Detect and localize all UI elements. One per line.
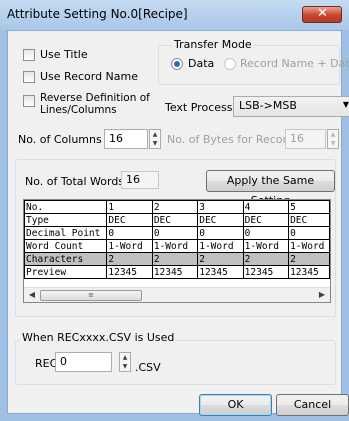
spin-down-icon[interactable]: ▼	[120, 362, 130, 371]
horizontal-scrollbar[interactable]: ◀ ≡ ▶	[24, 287, 330, 302]
transfer-mode-record-name-radio[interactable]	[224, 58, 236, 70]
table-cell[interactable]: 2	[106, 252, 153, 266]
window-title: Attribute Setting No.0[Recipe]	[7, 7, 188, 21]
table-cell[interactable]: 2	[197, 252, 244, 266]
table-cell[interactable]: 1-Word	[242, 239, 290, 253]
apply-same-setting-button[interactable]: Apply the Same Setting	[206, 170, 335, 207]
column-header: 2	[151, 200, 199, 214]
transfer-mode-label: Transfer Mode	[172, 38, 254, 51]
table-cell[interactable]: 1-Word	[197, 239, 244, 253]
column-header-no: No.	[24, 200, 108, 214]
spin-down-icon[interactable]: ▼	[150, 139, 160, 148]
table-cell[interactable]: 12345	[197, 265, 244, 279]
ok-label: OK	[227, 398, 244, 411]
table-row[interactable]: Preview 12345 12345 12345 12345 12345	[24, 265, 330, 279]
column-header: 3	[197, 200, 244, 214]
bytes-per-record-value: 16	[290, 132, 304, 145]
spin-up-icon[interactable]: ▲	[328, 130, 338, 139]
table-cell[interactable]: 2	[151, 252, 199, 266]
table-cell[interactable]: 12345	[151, 265, 199, 279]
dialog-body: Use Title Use Record Name Reverse Defini…	[7, 30, 349, 416]
cancel-label: Cancel	[293, 398, 332, 411]
spin-up-icon[interactable]: ▲	[120, 353, 130, 362]
rec-label: REC	[35, 357, 58, 370]
table-row[interactable]: Decimal Point 0 0 0 0 0	[24, 226, 330, 240]
use-title-checkbox[interactable]	[23, 49, 35, 61]
row-label: Word Count	[24, 239, 108, 253]
transfer-mode-data-radio[interactable]	[171, 58, 183, 70]
ok-button[interactable]: OK	[199, 394, 272, 416]
table-cell[interactable]: 12345	[288, 265, 330, 279]
reverse-definition-checkbox[interactable]	[23, 95, 35, 107]
table-cell[interactable]: DEC	[197, 213, 244, 227]
text-process-label: Text Process	[165, 101, 233, 114]
table-row[interactable]: Characters 2 2 2 2 2	[24, 252, 330, 266]
attribute-grid[interactable]: No. 1 2 3 4 5 Type DEC DEC DEC DEC DEC Decimal Point…	[23, 199, 331, 303]
total-words-label: No. of Total Words	[25, 175, 125, 188]
table-cell[interactable]: 12345	[242, 265, 290, 279]
table-cell[interactable]: 0	[288, 226, 330, 240]
row-label: Type	[24, 213, 108, 227]
columns-spinner[interactable]: ▲ ▼	[149, 129, 161, 149]
rec-input[interactable]: 0	[55, 352, 112, 372]
transfer-mode-data-label: Data	[188, 57, 215, 70]
csv-suffix-label: .CSV	[135, 361, 161, 374]
table-cell[interactable]: 1-Word	[151, 239, 199, 253]
table-cell[interactable]: 2	[288, 252, 330, 266]
bytes-per-record-label: No. of Bytes for Record	[167, 133, 294, 146]
spin-down-icon[interactable]: ▼	[328, 139, 338, 148]
column-header: 4	[242, 200, 290, 214]
text-process-select[interactable]: LSB->MSB ▼	[233, 96, 349, 117]
text-process-value: LSB->MSB	[239, 99, 297, 112]
rec-csv-group-label: When RECxxxx.CSV is Used	[20, 331, 177, 344]
table-cell[interactable]: 0	[242, 226, 290, 240]
rec-spinner[interactable]: ▲ ▼	[119, 352, 131, 372]
use-record-name-label: Use Record Name	[40, 70, 139, 83]
total-words-value: 16	[126, 173, 140, 186]
close-button[interactable]: ✕	[302, 6, 342, 23]
row-label: Characters	[24, 252, 108, 266]
row-label: Decimal Point	[24, 226, 108, 240]
table-cell[interactable]: 0	[106, 226, 153, 240]
reverse-definition-label-line2: Lines/Columns	[40, 104, 117, 116]
transfer-mode-record-name-label: Record Name + Data	[240, 57, 349, 70]
bytes-per-record-spinner[interactable]: ▲ ▼	[327, 129, 339, 149]
scroll-right-icon[interactable]: ▶	[315, 288, 329, 302]
table-cell[interactable]: DEC	[106, 213, 153, 227]
table-cell[interactable]: 2	[242, 252, 290, 266]
scroll-thumb[interactable]: ≡	[40, 290, 142, 301]
use-record-name-checkbox[interactable]	[23, 71, 35, 83]
table-cell[interactable]: 1-Word	[106, 239, 153, 253]
table-cell[interactable]: 0	[197, 226, 244, 240]
table-header-row: No. 1 2 3 4 5	[24, 200, 330, 214]
dropdown-arrow-icon: ▼	[342, 100, 349, 109]
attribute-table: No. 1 2 3 4 5 Type DEC DEC DEC DEC DEC Decimal Point…	[24, 200, 330, 279]
close-icon: ✕	[317, 6, 328, 21]
rec-value: 0	[60, 355, 67, 368]
table-cell[interactable]: DEC	[288, 213, 330, 227]
column-header: 5	[288, 200, 330, 214]
table-cell[interactable]: 1-Word	[288, 239, 330, 253]
table-cell[interactable]: DEC	[242, 213, 290, 227]
column-header: 1	[106, 200, 153, 214]
table-cell[interactable]: 0	[151, 226, 199, 240]
table-row[interactable]: Word Count 1-Word 1-Word 1-Word 1-Word 1-Word	[24, 239, 330, 253]
table-row[interactable]: Type DEC DEC DEC DEC DEC	[24, 213, 330, 227]
reverse-definition-label-line1: Reverse Definition of	[40, 92, 150, 104]
scroll-left-icon[interactable]: ◀	[25, 288, 39, 302]
total-words-value-box: 16	[121, 171, 159, 189]
columns-value: 16	[109, 132, 123, 145]
bytes-per-record-input[interactable]: 16	[285, 129, 326, 149]
columns-input[interactable]: 16	[104, 129, 148, 149]
spin-up-icon[interactable]: ▲	[150, 130, 160, 139]
columns-label: No. of Columns	[18, 133, 102, 146]
dialog-window: Attribute Setting No.0[Recipe] ✕ Use Tit…	[0, 0, 349, 421]
row-label: Preview	[24, 265, 108, 279]
title-bar[interactable]: Attribute Setting No.0[Recipe] ✕	[0, 0, 349, 30]
use-title-label: Use Title	[40, 48, 88, 61]
table-cell[interactable]: DEC	[151, 213, 199, 227]
cancel-button[interactable]: Cancel	[276, 394, 349, 416]
table-cell[interactable]: 12345	[106, 265, 153, 279]
